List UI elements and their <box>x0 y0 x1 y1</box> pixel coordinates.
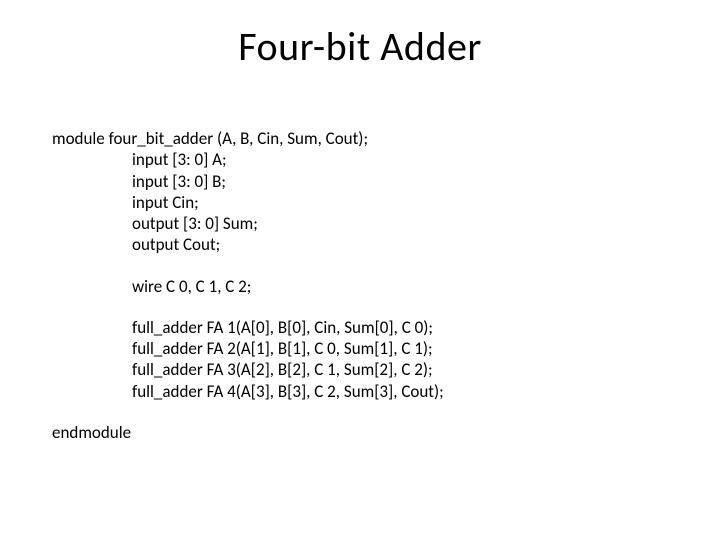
code-block: module four_bit_adder (A, B, Cin, Sum, C… <box>52 128 444 443</box>
code-line-fa4: full_adder FA 4(A[3], B[3], C 2, Sum[3],… <box>52 381 444 402</box>
code-line-output-cout: output Cout; <box>52 234 444 255</box>
code-line-input-a: input [3: 0] A; <box>52 149 444 170</box>
code-line-fa2: full_adder FA 2(A[1], B[1], C 0, Sum[1],… <box>52 338 444 359</box>
code-line-fa3: full_adder FA 3(A[2], B[2], C 1, Sum[2],… <box>52 359 444 380</box>
blank-line <box>52 256 444 276</box>
blank-line <box>52 297 444 317</box>
blank-line <box>52 402 444 422</box>
code-line-fa1: full_adder FA 1(A[0], B[0], Cin, Sum[0],… <box>52 317 444 338</box>
slide: Four-bit Adder module four_bit_adder (A,… <box>0 0 720 540</box>
code-line-wire: wire C 0, C 1, C 2; <box>52 276 444 297</box>
code-line-input-b: input [3: 0] B; <box>52 171 444 192</box>
code-line-module: module four_bit_adder (A, B, Cin, Sum, C… <box>52 128 444 149</box>
code-line-input-cin: input Cin; <box>52 192 444 213</box>
code-line-output-sum: output [3: 0] Sum; <box>52 213 444 234</box>
slide-title: Four-bit Adder <box>0 22 720 71</box>
code-line-endmodule: endmodule <box>52 422 444 443</box>
